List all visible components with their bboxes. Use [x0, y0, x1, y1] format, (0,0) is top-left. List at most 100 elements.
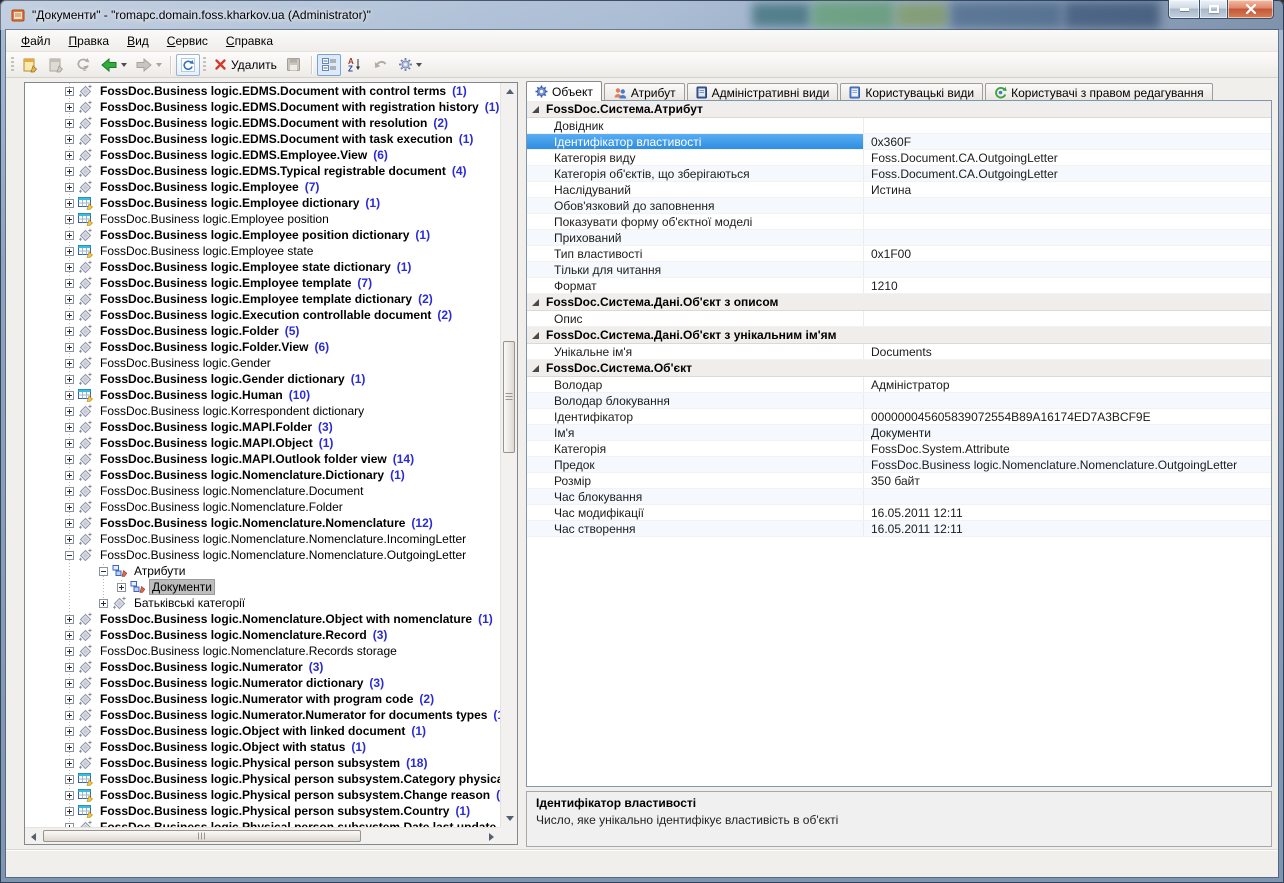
tree-row[interactable]: FossDoc.Business logic.EDMS.Document wit… [25, 83, 500, 99]
tree-row[interactable]: FossDoc.Business logic.Employee template… [25, 291, 500, 307]
delete-button[interactable]: Удалить [211, 54, 280, 76]
tree-row[interactable]: FossDoc.Business logic.Numerator diction… [25, 675, 500, 691]
expand-box-icon[interactable] [65, 151, 74, 160]
expand-box-icon[interactable] [65, 87, 74, 96]
tree-row[interactable]: FossDoc.Business logic.EDMS.Typical regi… [25, 163, 500, 179]
group-expander-icon[interactable] [532, 106, 539, 113]
expand-box-icon[interactable] [65, 343, 74, 352]
expand-box-icon[interactable] [65, 807, 74, 816]
property-row[interactable]: Тільки для читання [527, 262, 1271, 278]
edit-object-button[interactable] [45, 54, 69, 76]
property-value[interactable]: 16.05.2011 12:11 [864, 521, 1271, 536]
expand-box-icon[interactable] [65, 727, 74, 736]
collapse-box-icon[interactable] [99, 567, 108, 576]
property-row[interactable]: Обов'язковий до заповнення [527, 198, 1271, 214]
tree-row[interactable]: FossDoc.Business logic.Gender dictionary… [25, 371, 500, 387]
save-button[interactable] [282, 54, 306, 76]
tree-vertical-scrollbar[interactable] [500, 83, 517, 827]
property-group-header[interactable]: FossDoc.Система.Об'єкт [527, 360, 1271, 377]
tab-2[interactable]: Атрибут [604, 83, 685, 101]
property-name[interactable]: Предок [527, 457, 864, 472]
tree-row[interactable]: FossDoc.Business logic.Nomenclature.Obje… [25, 611, 500, 627]
expand-box-icon[interactable] [65, 359, 74, 368]
property-value[interactable]: 0x360F [864, 134, 1271, 149]
property-name[interactable]: Тип властивості [527, 246, 864, 261]
property-row[interactable]: Опис [527, 311, 1271, 327]
property-group-header[interactable]: FossDoc.Система.Атрибут [527, 101, 1271, 118]
property-row[interactable]: Прихований [527, 230, 1271, 246]
property-row[interactable]: Категорія видуFoss.Document.CA.OutgoingL… [527, 150, 1271, 166]
expand-box-icon[interactable] [65, 615, 74, 624]
expand-box-icon[interactable] [65, 471, 74, 480]
tree-row[interactable]: FossDoc.Business logic.Folder.View(6) [25, 339, 500, 355]
tree-row[interactable]: FossDoc.Business logic.Nomenclature.Fold… [25, 499, 500, 515]
property-name[interactable]: Унікальне ім'я [527, 344, 864, 359]
expand-box-icon[interactable] [65, 695, 74, 704]
property-row[interactable]: НаслідуванийИстина [527, 182, 1271, 198]
property-row[interactable]: Час блокування [527, 489, 1271, 505]
menu-item-4[interactable]: Сервис [158, 32, 217, 50]
expand-box-icon[interactable] [65, 183, 74, 192]
property-row[interactable]: ВолодарАдміністратор [527, 377, 1271, 393]
tree-row[interactable]: FossDoc.Business logic.EDMS.Document wit… [25, 99, 500, 115]
property-value[interactable]: 0x1F00 [864, 246, 1271, 261]
tree-row[interactable]: FossDoc.Business logic.Employee position [25, 211, 500, 227]
tree-row[interactable]: FossDoc.Business logic.Nomenclature.Nome… [25, 531, 500, 547]
expand-box-icon[interactable] [65, 119, 74, 128]
expand-box-icon[interactable] [65, 103, 74, 112]
tree-row[interactable]: FossDoc.Business logic.Physical person s… [25, 755, 500, 771]
property-row[interactable]: Довідник [527, 118, 1271, 134]
forward-button[interactable] [132, 54, 165, 76]
expand-box-icon[interactable] [65, 167, 74, 176]
tree-row[interactable]: FossDoc.Business logic.Folder(5) [25, 323, 500, 339]
tree-row[interactable]: FossDoc.Business logic.EDMS.Employee.Vie… [25, 147, 500, 163]
minimize-button[interactable] [1168, 0, 1199, 19]
property-name[interactable]: Час створення [527, 521, 864, 536]
property-name[interactable]: Ідентифікатор властивості [527, 134, 864, 149]
expand-box-icon[interactable] [65, 791, 74, 800]
expand-box-icon[interactable] [65, 311, 74, 320]
property-name[interactable]: Показувати форму об'єктної моделі [527, 214, 864, 229]
expand-box-icon[interactable] [65, 535, 74, 544]
property-value[interactable] [864, 214, 1271, 229]
property-value[interactable]: FossDoc.Business logic.Nomenclature.Nome… [864, 457, 1271, 472]
expand-box-icon[interactable] [65, 663, 74, 672]
group-expander-icon[interactable] [532, 299, 539, 306]
tree-row[interactable]: Документи [25, 579, 500, 595]
property-name[interactable]: Опис [527, 311, 864, 326]
tree-row[interactable]: Атрибути [25, 563, 500, 579]
property-row[interactable]: Розмір350 байт [527, 473, 1271, 489]
tree-row[interactable]: FossDoc.Business logic.Object with statu… [25, 739, 500, 755]
new-object-button[interactable] [19, 54, 43, 76]
menu-item-3[interactable]: Вид [118, 32, 158, 50]
expand-box-icon[interactable] [65, 519, 74, 528]
toolbar-grip[interactable] [11, 57, 14, 73]
property-value[interactable]: 1210 [864, 278, 1271, 293]
scroll-thumb[interactable] [503, 341, 515, 453]
property-value[interactable]: Истина [864, 182, 1271, 197]
tree-row[interactable]: FossDoc.Business logic.MAPI.Folder(3) [25, 419, 500, 435]
property-name[interactable]: Ідентифікатор [527, 409, 864, 424]
property-row[interactable]: Показувати форму об'єктної моделі [527, 214, 1271, 230]
expand-box-icon[interactable] [65, 631, 74, 640]
menu-item-1[interactable]: Файл [12, 32, 60, 50]
menu-item-5[interactable]: Справка [217, 32, 282, 50]
tree-row[interactable]: FossDoc.Business logic.Numerator.Numerat… [25, 707, 500, 723]
close-button[interactable] [1228, 0, 1274, 19]
expand-box-icon[interactable] [65, 775, 74, 784]
tree-row[interactable]: FossDoc.Business logic.EDMS.Document wit… [25, 115, 500, 131]
tree-row[interactable]: FossDoc.Business logic.Employee dictiona… [25, 195, 500, 211]
tree-row[interactable]: FossDoc.Business logic.Nomenclature.Dict… [25, 467, 500, 483]
property-row[interactable]: КатегоріяFossDoc.System.Attribute [527, 441, 1271, 457]
scroll-right-arrow[interactable] [483, 828, 500, 845]
expand-box-icon[interactable] [65, 407, 74, 416]
tree-row[interactable]: FossDoc.Business logic.Execution control… [25, 307, 500, 323]
property-value[interactable] [864, 311, 1271, 326]
property-name[interactable]: Час модифікації [527, 505, 864, 520]
expand-box-icon[interactable] [65, 439, 74, 448]
property-row[interactable]: Ідентифікатор властивості0x360F [527, 134, 1271, 150]
sort-az-button[interactable]: AZ [343, 54, 367, 76]
property-name[interactable]: Категорія [527, 441, 864, 456]
property-name[interactable]: Формат [527, 278, 864, 293]
property-name[interactable]: Тільки для читання [527, 262, 864, 277]
